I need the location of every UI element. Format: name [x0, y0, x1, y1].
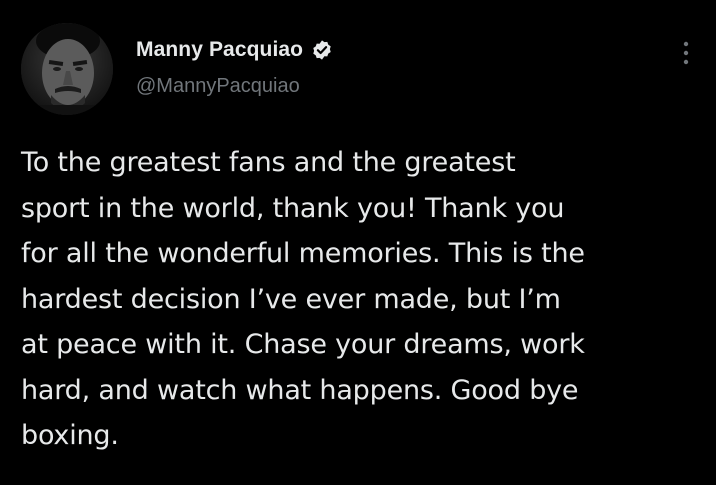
display-name[interactable]: Manny Pacquiao [136, 38, 303, 62]
avatar[interactable] [21, 23, 113, 115]
tweet-text: To the greatest fans and the greatest sp… [21, 147, 585, 451]
tweet-card: Manny Pacquiao @MannyPacquiao To the gre… [0, 0, 716, 485]
avatar-photo [21, 23, 113, 115]
more-vertical-icon[interactable] [682, 40, 690, 66]
author-block: Manny Pacquiao @MannyPacquiao [136, 36, 333, 98]
handle[interactable]: @MannyPacquiao [136, 75, 333, 98]
verified-badge-icon[interactable] [311, 39, 333, 61]
name-row: Manny Pacquiao [136, 36, 333, 64]
